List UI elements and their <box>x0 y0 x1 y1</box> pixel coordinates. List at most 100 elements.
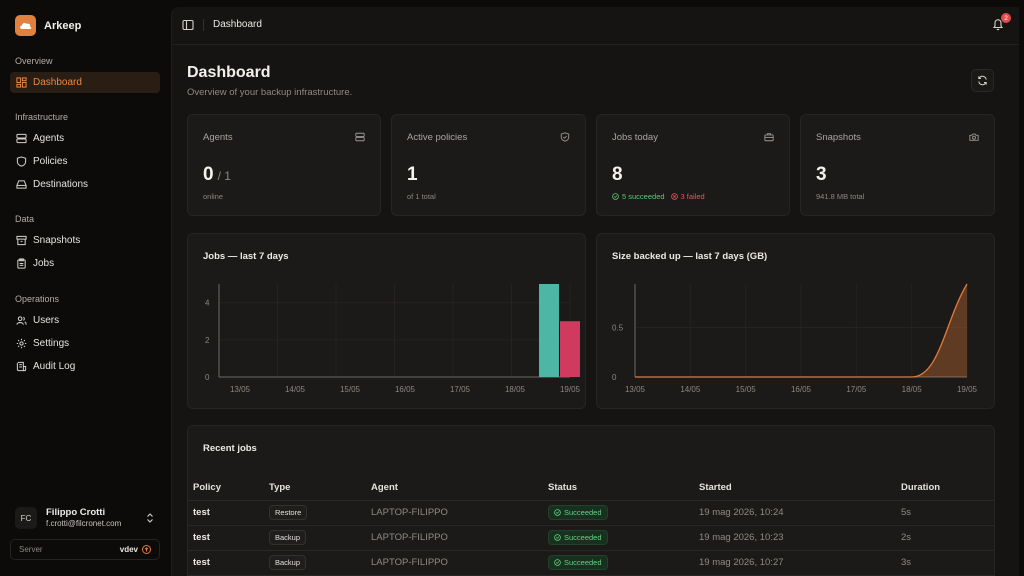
y-tick-label: 2 <box>205 336 210 345</box>
server-label: Server <box>19 545 43 554</box>
refresh-button[interactable] <box>971 69 994 92</box>
y-tick-label: 4 <box>205 299 210 308</box>
camera-icon <box>969 133 979 141</box>
stat-foot: online <box>203 192 224 201</box>
x-tick-label: 16/05 <box>395 385 416 394</box>
y-tick-label: 0.5 <box>612 324 624 333</box>
failed-count: 3 failed <box>670 192 705 201</box>
x-tick-label: 15/05 <box>736 385 757 394</box>
section-overview: Overview <box>15 56 53 66</box>
sidebar-item-label: Audit Log <box>33 361 76 372</box>
sidebar-item-users[interactable]: Users <box>10 310 160 331</box>
column-header-duration: Duration <box>896 476 994 501</box>
server-selector[interactable]: Server vdev <box>10 539 160 560</box>
status-badge: Succeeded <box>548 505 608 520</box>
sidebar: Arkeep Overview Dashboard Infrastructure… <box>0 0 170 576</box>
archive-icon <box>16 235 27 246</box>
page-title: Dashboard <box>187 64 271 81</box>
stat-label: Jobs today <box>612 132 658 143</box>
cloud-logo-icon <box>15 15 36 36</box>
user-menu[interactable]: FC Filippo Crotti f.crotti@filcronet.com <box>10 503 160 533</box>
chevrons-up-down-icon <box>147 513 153 523</box>
y-tick-label: 0 <box>612 373 617 382</box>
column-header-started: Started <box>694 476 896 501</box>
sidebar-item-label: Dashboard <box>33 77 82 88</box>
y-tick-label: 0 <box>205 373 210 382</box>
cell-started: 19 mag 2026, 10:23 <box>694 525 896 551</box>
sidebar-item-settings[interactable]: Settings <box>10 333 160 354</box>
cell-duration: 2s <box>896 525 994 551</box>
x-tick-label: 19/05 <box>957 385 978 394</box>
users-icon <box>16 316 27 325</box>
stat-card-snapshots: Snapshots 3 941.8 MB total <box>800 114 995 216</box>
cell-started: 19 mag 2026, 10:27 <box>694 550 896 576</box>
status-label: Succeeded <box>564 508 602 517</box>
table-row[interactable]: test Restore LAPTOP-FILIPPO Succeeded 19… <box>188 500 994 526</box>
server-value: vdev <box>119 545 138 554</box>
brand-name: Arkeep <box>44 19 82 32</box>
sidebar-item-jobs[interactable]: Jobs <box>10 253 160 274</box>
x-tick-label: 15/05 <box>340 385 361 394</box>
cell-type: Backup <box>264 550 366 576</box>
jobs-bar-chart: 0 2 4 13/05 14/05 15/05 16/05 17/05 18/05 19/05 <box>205 284 581 394</box>
x-tick-label: 14/05 <box>285 385 306 394</box>
cell-policy: test <box>188 525 264 551</box>
cell-type: Restore <box>264 500 366 526</box>
notification-badge: 2 <box>1001 13 1011 23</box>
check-circle-icon <box>612 193 619 200</box>
sidebar-item-label: Snapshots <box>33 235 81 246</box>
bar <box>539 284 559 377</box>
cell-policy: test <box>188 500 264 526</box>
brand[interactable]: Arkeep <box>15 15 81 36</box>
sidebar-item-snapshots[interactable]: Snapshots <box>10 230 160 251</box>
table-header-row: Policy Type Agent Status Started Duratio… <box>188 476 994 501</box>
hard-drive-icon <box>16 180 27 189</box>
arrow-up-circle-icon <box>142 545 151 554</box>
shield-icon <box>16 156 27 167</box>
sidebar-toggle-icon[interactable] <box>182 19 194 31</box>
succeeded-label: 5 succeeded <box>622 192 665 201</box>
succeeded-count: 5 succeeded <box>612 192 665 201</box>
top-bar: Dashboard 2 <box>172 7 1019 45</box>
cell-agent: LAPTOP-FILIPPO <box>366 500 543 526</box>
x-tick-label: 16/05 <box>791 385 812 394</box>
server-icon <box>355 132 365 142</box>
sidebar-item-audit-log[interactable]: Audit Log <box>10 356 160 377</box>
status-badge: Succeeded <box>548 555 608 570</box>
x-circle-icon <box>670 193 678 200</box>
stat-card-jobs: Jobs today 8 5 succeeded 3 failed <box>596 114 790 216</box>
section-infrastructure: Infrastructure <box>15 112 69 122</box>
column-header-agent: Agent <box>366 476 543 501</box>
stat-card-policies: Active policies 1 of 1 total <box>391 114 586 216</box>
column-header-policy: Policy <box>188 476 264 501</box>
cell-policy: test <box>188 550 264 576</box>
sidebar-item-label: Agents <box>33 133 65 144</box>
type-badge: Restore <box>269 505 308 520</box>
sidebar-item-policies[interactable]: Policies <box>10 151 160 172</box>
cell-status: Succeeded <box>543 550 694 576</box>
user-name: Filippo Crotti <box>46 507 106 518</box>
bar <box>560 321 580 377</box>
briefcase-icon <box>764 133 774 142</box>
x-tick-label: 18/05 <box>902 385 923 394</box>
sidebar-item-dashboard[interactable]: Dashboard <box>10 72 160 93</box>
stat-foot: 5 succeeded 3 failed <box>612 192 705 201</box>
cell-duration: 3s <box>896 550 994 576</box>
divider <box>203 19 204 31</box>
recent-jobs-table: Policy Type Agent Status Started Duratio… <box>188 476 994 576</box>
table-row[interactable]: test Backup LAPTOP-FILIPPO Succeeded 19 … <box>188 550 994 576</box>
x-tick-label: 13/05 <box>230 385 251 394</box>
shield-check-icon <box>560 132 570 142</box>
cell-agent: LAPTOP-FILIPPO <box>366 525 543 551</box>
recent-jobs-card: Recent jobs Policy Type Agent Status Sta… <box>187 425 995 576</box>
stat-label: Agents <box>203 132 233 143</box>
check-circle-icon <box>554 559 561 566</box>
cell-status: Succeeded <box>543 525 694 551</box>
sidebar-item-destinations[interactable]: Destinations <box>10 174 160 195</box>
x-tick-label: 17/05 <box>846 385 867 394</box>
sidebar-item-agents[interactable]: Agents <box>10 128 160 149</box>
clipboard-icon <box>17 258 26 269</box>
column-header-type: Type <box>264 476 366 501</box>
cell-duration: 5s <box>896 500 994 526</box>
table-row[interactable]: test Backup LAPTOP-FILIPPO Succeeded 19 … <box>188 525 994 551</box>
